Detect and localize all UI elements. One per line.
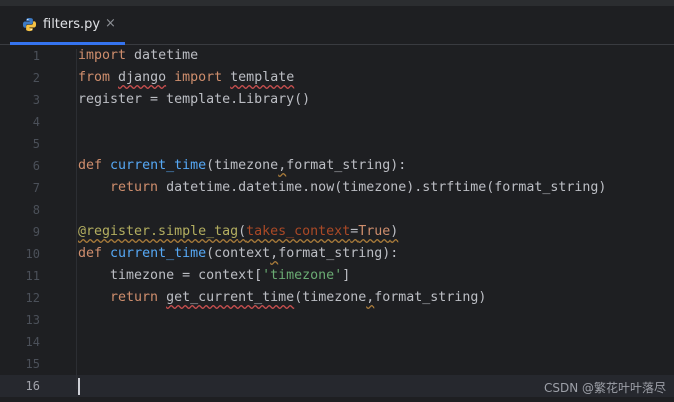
keyword-argument: takes_context <box>246 224 351 239</box>
code-line-9[interactable]: @register.simple_tag(takes_context=True) <box>78 221 398 243</box>
code-text: timezone = context[ <box>110 268 263 283</box>
code-text: format_string): <box>286 158 407 173</box>
line-number: 6 <box>32 159 40 173</box>
code-text: (timezone <box>294 290 367 305</box>
line-number: 3 <box>32 93 40 107</box>
line-number: 8 <box>32 203 40 217</box>
keyword: return <box>110 180 159 195</box>
code-text: ( <box>238 224 247 239</box>
code-line-7[interactable]: return datetime.datetime.now(timezone).s… <box>78 177 606 199</box>
code-text: datetime.datetime.now(timezone).strftime… <box>158 180 607 195</box>
code-text: register = template.Library() <box>78 92 311 107</box>
code-text: format_string) <box>374 290 487 305</box>
code-line-6[interactable]: def current_time(timezone,format_string)… <box>78 155 406 177</box>
line-number-gutter: 1 2 3 4 5 6 7 8 9 10 11 12 13 14 15 16 <box>0 45 60 402</box>
code-text: format_string): <box>278 246 399 261</box>
code-text: ] <box>342 268 351 283</box>
watermark: CSDN @繁花叶叶落尽 <box>543 381 666 395</box>
comma-warning: , <box>270 246 279 261</box>
code-text: datetime <box>126 48 199 63</box>
line-number: 12 <box>25 291 40 305</box>
keyword: import <box>78 48 127 63</box>
code-text: (timezone <box>206 158 279 173</box>
code-text: (context <box>206 246 271 261</box>
editor-tab-bar: filters.py × <box>0 6 674 45</box>
comma-warning: , <box>278 158 287 173</box>
tab-filters-py[interactable]: filters.py × <box>10 6 125 45</box>
line-number: 15 <box>25 357 40 371</box>
python-file-icon <box>22 17 37 32</box>
function-name: current_time <box>110 158 207 173</box>
code-line-2[interactable]: from django import template <box>78 67 294 89</box>
line-number: 9 <box>32 225 40 239</box>
tab-label: filters.py <box>43 17 101 32</box>
import-name: template <box>230 70 295 85</box>
indent-guide <box>76 49 77 389</box>
line-number: 1 <box>32 49 40 63</box>
code-text: ) <box>390 224 399 239</box>
line-number-current: 16 <box>25 379 40 393</box>
code-editor[interactable]: 1 2 3 4 5 6 7 8 9 10 11 12 13 14 15 16 i… <box>0 45 674 402</box>
code-line-10[interactable]: def current_time(context,format_string): <box>78 243 398 265</box>
line-number: 5 <box>32 137 40 151</box>
function-name: current_time <box>110 246 207 261</box>
keyword: def <box>78 246 103 261</box>
line-number: 13 <box>25 313 40 327</box>
keyword: True <box>358 224 391 239</box>
string-literal: 'timezone' <box>262 268 343 283</box>
text-caret <box>78 378 80 395</box>
keyword: return <box>110 290 159 305</box>
line-number: 11 <box>25 269 40 283</box>
keyword: def <box>78 158 103 173</box>
code-line-12[interactable]: return get_current_time(timezone,format_… <box>78 287 486 309</box>
keyword: from <box>78 70 111 85</box>
line-number: 2 <box>32 71 40 85</box>
function-call: get_current_time <box>166 290 295 305</box>
line-number: 14 <box>25 335 40 349</box>
keyword: import <box>174 70 223 85</box>
module-name: django <box>118 70 167 85</box>
code-line-3[interactable]: register = template.Library() <box>78 89 310 111</box>
code-line-11[interactable]: timezone = context['timezone'] <box>78 265 350 287</box>
line-number: 10 <box>25 247 40 261</box>
close-icon[interactable]: × <box>105 16 116 31</box>
decorator: @register.simple_tag <box>78 224 239 239</box>
line-number: 7 <box>32 181 40 195</box>
code-line-1[interactable]: import datetime <box>78 45 198 67</box>
line-number: 4 <box>32 115 40 129</box>
